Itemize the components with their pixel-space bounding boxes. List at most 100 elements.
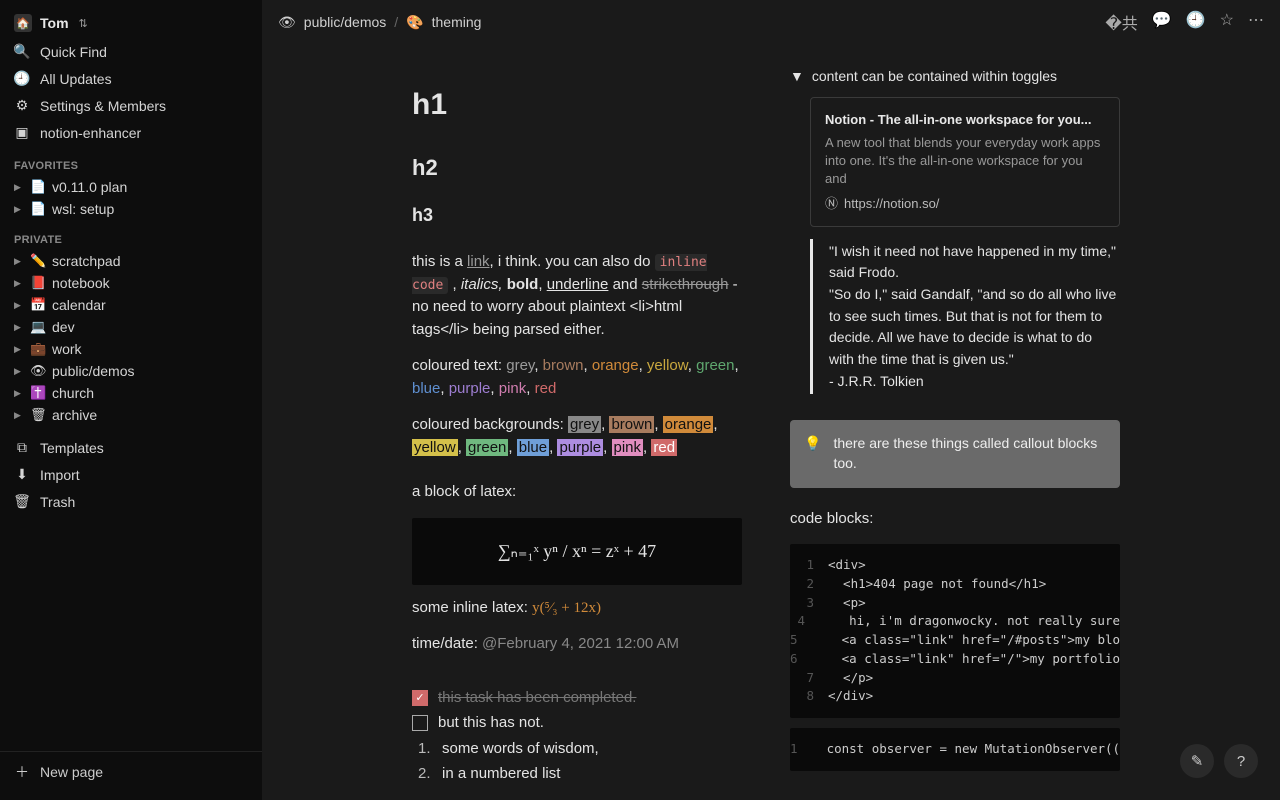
triangle-right-icon[interactable]: ▶ [14, 366, 24, 377]
more-icon[interactable]: ⋯ [1248, 10, 1264, 34]
heading-2[interactable]: h2 [412, 151, 742, 184]
underline-text: underline [547, 276, 609, 293]
text: , [538, 276, 546, 293]
left-column: h1 h2 h3 this is a link, i think. you ca… [412, 54, 742, 800]
bookmark-block[interactable]: Notion - The all-in-one workspace for yo… [810, 97, 1120, 227]
sidebar-private-item[interactable]: ▶💼work [0, 338, 262, 360]
bookmark-url: https://notion.so/ [844, 194, 939, 214]
code-block-html[interactable]: 1<div>2 <h1>404 page not found</h1>3 <p>… [790, 544, 1120, 718]
triangle-right-icon[interactable]: ▶ [14, 388, 24, 399]
triangle-right-icon[interactable]: ▶ [14, 278, 24, 289]
numbered-list-item[interactable]: 1.some words of wisdom, [412, 738, 742, 761]
enhancer-icon: ▣ [14, 124, 30, 141]
page-icon: 💼 [30, 341, 46, 357]
quote-line: - J.R.R. Tolkien [829, 371, 1120, 393]
triangle-right-icon[interactable]: ▶ [14, 410, 24, 421]
coloured-bg-row[interactable]: coloured backgrounds: grey, brown, orang… [412, 414, 742, 459]
breadcrumb-parent[interactable]: public/demos [304, 14, 387, 30]
todo-done-row[interactable]: ✓ this task has been completed. [412, 687, 742, 710]
coloured-text-row[interactable]: coloured text: grey, brown, orange, yell… [412, 355, 742, 400]
right-column: ▼ content can be contained within toggle… [790, 54, 1120, 800]
sidebar-private-item[interactable]: ▶👁public/demos [0, 360, 262, 382]
line-content: const observer = new MutationObserver((l… [812, 740, 1120, 759]
sidebar-private-item[interactable]: ▶📕notebook [0, 272, 262, 294]
checkbox-checked-icon[interactable]: ✓ [412, 690, 428, 706]
todo-done-label: this task has been completed. [438, 687, 636, 710]
code-line: 1<div> [790, 556, 1120, 575]
colour-bg-red: red [651, 439, 677, 456]
sidebar-private-item[interactable]: ▶✏️scratchpad [0, 250, 262, 272]
numbered-list-item[interactable]: 2.in a numbered list [412, 763, 742, 786]
latex-inline-expr: y(⁵⁄₃ + 12x) [532, 600, 601, 616]
help-fab-icon[interactable]: ? [1224, 744, 1258, 778]
timedate-row[interactable]: time/date: @February 4, 2021 12:00 AM [412, 633, 742, 656]
colour-bg-yellow: yellow [412, 439, 458, 456]
checkbox-empty-icon[interactable] [412, 715, 428, 731]
quick-find-button[interactable]: 🔍 Quick Find [0, 38, 262, 65]
triangle-right-icon[interactable]: ▶ [14, 322, 24, 333]
trash-button[interactable]: 🗑 Trash [0, 488, 262, 515]
rich-text-paragraph[interactable]: this is a link, i think. you can also do… [412, 251, 742, 341]
strike-text: strikethrough [642, 276, 729, 293]
notion-favicon-icon: Ⓝ [825, 194, 838, 214]
triangle-down-icon[interactable]: ▼ [790, 66, 804, 87]
import-button[interactable]: ⬇ Import [0, 461, 262, 488]
sidebar-favorite-item[interactable]: ▶📄v0.11.0 plan [0, 176, 262, 198]
colour-bg-green: green [466, 439, 508, 456]
sidebar-private-item[interactable]: ▶✝️church [0, 382, 262, 404]
todo-open-label: but this has not. [438, 712, 544, 735]
trash-label: Trash [40, 494, 75, 510]
text: , [448, 276, 461, 293]
share-icon[interactable]: �共 [1105, 10, 1137, 34]
comments-icon[interactable]: 💬 [1152, 10, 1172, 34]
latex-block[interactable]: ∑ₙ₌₁ˣ yⁿ / xⁿ = zˣ + 47 [412, 518, 742, 585]
enhancer-button[interactable]: ▣ notion-enhancer [0, 119, 262, 146]
list-number: 2. [418, 763, 432, 786]
star-icon[interactable]: ☆ [1220, 10, 1234, 34]
new-page-button[interactable]: ＋ New page [0, 751, 262, 792]
toggle-block[interactable]: ▼ content can be contained within toggle… [790, 66, 1120, 87]
triangle-right-icon[interactable]: ▶ [14, 204, 24, 215]
sidebar-private-item[interactable]: ▶📅calendar [0, 294, 262, 316]
triangle-right-icon[interactable]: ▶ [14, 182, 24, 193]
workspace-switcher[interactable]: 🏠 Tom ⇅ [0, 8, 262, 38]
code-block-js[interactable]: 1 const observer = new MutationObserver(… [790, 728, 1120, 771]
code-line: 6 <a class="link" href="/">my portfolio [790, 650, 1120, 669]
workspace-name: Tom [40, 15, 69, 31]
quote-block[interactable]: "I wish it need not have happened in my … [810, 239, 1120, 395]
colour-text-green: green [696, 357, 734, 374]
latex-inline-row[interactable]: some inline latex: y(⁵⁄₃ + 12x) [412, 597, 742, 620]
todo-open-row[interactable]: but this has not. [412, 712, 742, 735]
sidebar-item-label: scratchpad [52, 253, 120, 269]
triangle-right-icon[interactable]: ▶ [14, 256, 24, 267]
link[interactable]: link [467, 253, 490, 270]
colour-text-brown: brown [543, 357, 584, 374]
colour-bg-pink: pink [612, 439, 644, 456]
pen-fab-icon[interactable]: ✎ [1180, 744, 1214, 778]
history-icon[interactable]: 🕘 [1186, 10, 1206, 34]
line-number: 1 [790, 556, 828, 575]
triangle-right-icon[interactable]: ▶ [14, 344, 24, 355]
sidebar-favorite-item[interactable]: ▶📄wsl: setup [0, 198, 262, 220]
text: and [608, 276, 641, 293]
download-icon: ⬇ [14, 466, 30, 483]
templates-button[interactable]: ⧉ Templates [0, 434, 262, 461]
all-updates-button[interactable]: 🕘 All Updates [0, 65, 262, 92]
page-icon: 📅 [30, 297, 46, 313]
chevron-updown-icon: ⇅ [79, 17, 88, 30]
breadcrumb[interactable]: 👁 public/demos / 🎨 theming [278, 14, 481, 31]
line-content: </div> [828, 687, 873, 706]
colour-text-red: red [535, 380, 557, 397]
sidebar-private-item[interactable]: ▶💻dev [0, 316, 262, 338]
topbar: 👁 public/demos / 🎨 theming �共 💬 🕘 ☆ ⋯ [262, 0, 1280, 44]
settings-button[interactable]: ⚙ Settings & Members [0, 92, 262, 119]
sidebar-private-item[interactable]: ▶🗑archive [0, 404, 262, 426]
heading-1[interactable]: h1 [412, 82, 742, 127]
heading-3[interactable]: h3 [412, 202, 742, 229]
triangle-right-icon[interactable]: ▶ [14, 300, 24, 311]
breadcrumb-page[interactable]: theming [432, 14, 482, 30]
private-section-label: PRIVATE [0, 220, 262, 250]
line-number: 2 [790, 575, 828, 594]
colour-bg-blue: blue [517, 439, 549, 456]
callout-block[interactable]: 💡 there are these things called callout … [790, 420, 1120, 487]
